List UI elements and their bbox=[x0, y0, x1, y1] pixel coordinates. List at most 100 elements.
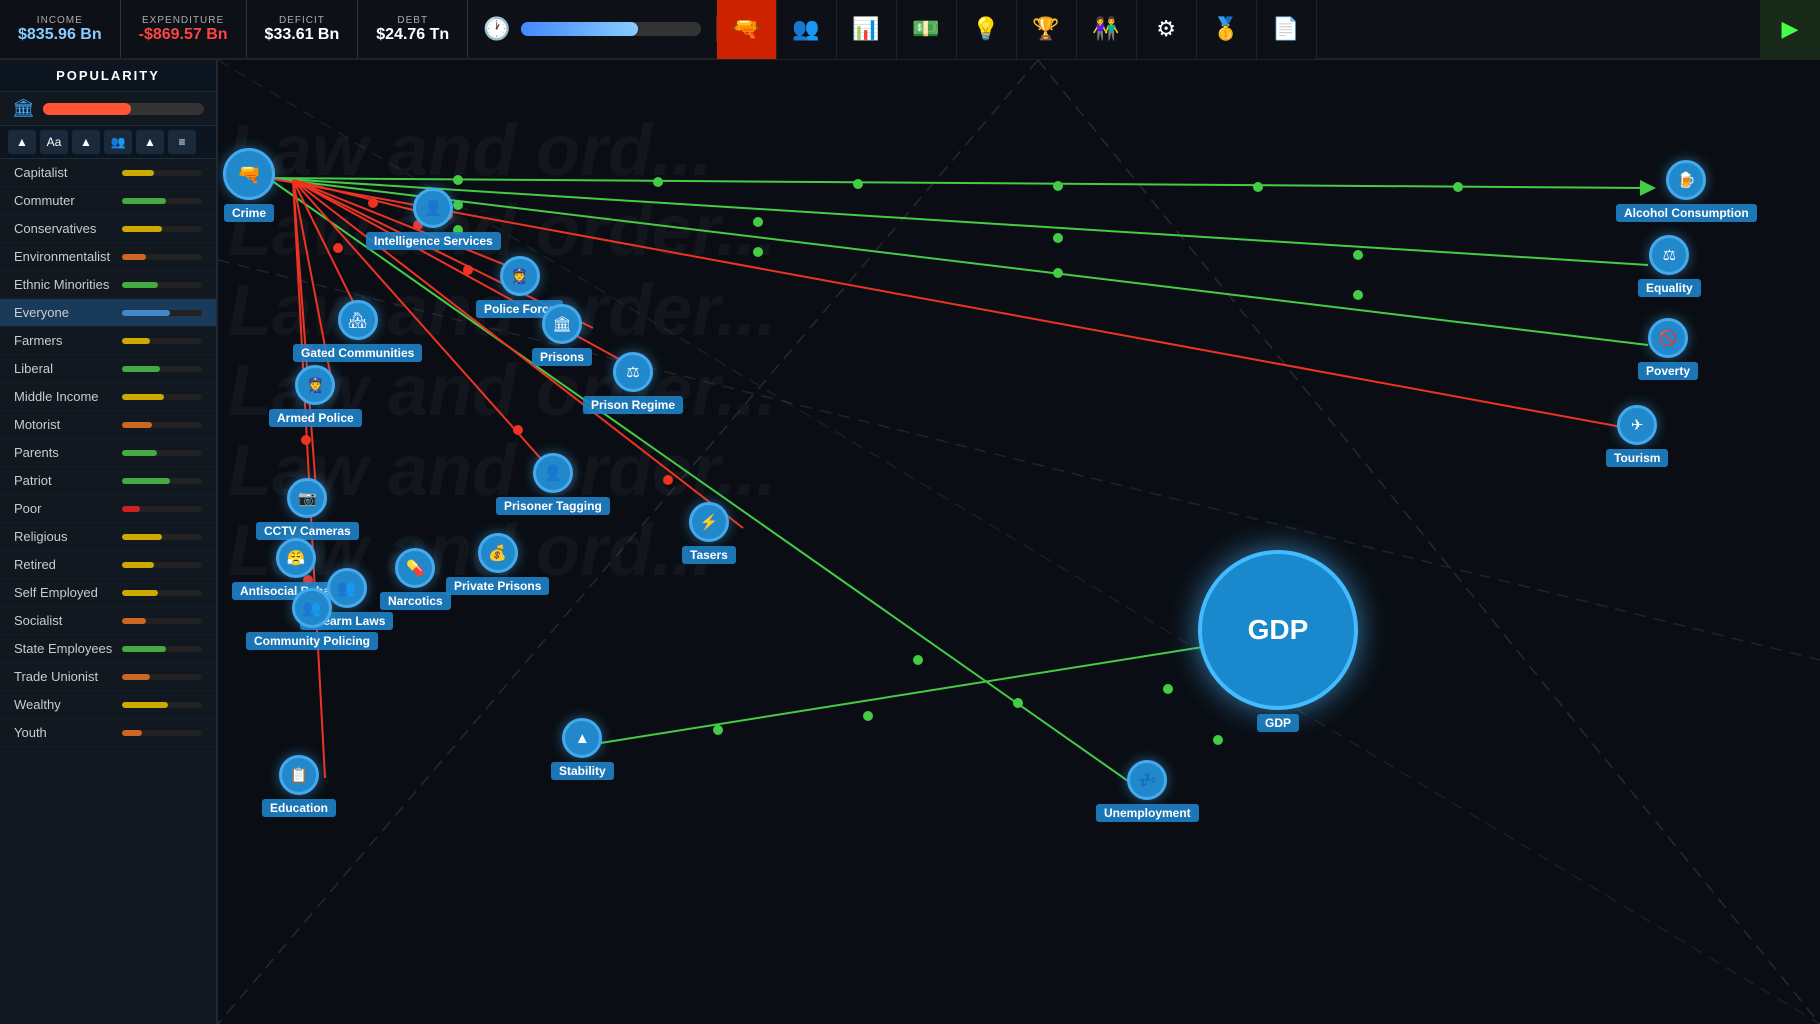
sidebar-toolbar: ▲ Aa ▲ 👥 ▲ ≡ bbox=[0, 126, 216, 159]
group-bar-bg bbox=[122, 674, 202, 680]
node-gdp[interactable]: GDP GDP bbox=[1198, 550, 1358, 732]
node-gated-communities[interactable]: 🏘 Gated Communities bbox=[293, 300, 422, 362]
alcohol-icon: 🍺 bbox=[1666, 160, 1706, 200]
sidebar-group-item-parents[interactable]: Parents bbox=[0, 439, 216, 467]
unemployment-icon: 💤 bbox=[1127, 760, 1167, 800]
group-bar-fill bbox=[122, 170, 154, 176]
node-education[interactable]: 📋 Education bbox=[262, 755, 336, 817]
toolbar-idea-btn[interactable]: 💡 bbox=[957, 0, 1017, 59]
group-bar-bg bbox=[122, 226, 202, 232]
sidebar-group-item-conservatives[interactable]: Conservatives bbox=[0, 215, 216, 243]
node-tourism[interactable]: ✈ Tourism bbox=[1606, 405, 1668, 467]
node-prisoner-tagging[interactable]: 👤 Prisoner Tagging bbox=[496, 453, 610, 515]
node-alcohol[interactable]: 🍺 Alcohol Consumption bbox=[1616, 160, 1757, 222]
sidebar-group-item-commuter[interactable]: Commuter bbox=[0, 187, 216, 215]
toolbar-people-btn[interactable]: 👥 bbox=[777, 0, 837, 59]
sidebar-sort-btn3[interactable]: ▲ bbox=[72, 130, 100, 154]
sidebar-group-item-farmers[interactable]: Farmers bbox=[0, 327, 216, 355]
gated-communities-label: Gated Communities bbox=[293, 344, 422, 362]
expenditure-label: EXPENDITURE bbox=[142, 15, 224, 26]
node-crime[interactable]: 🔫 Crime bbox=[223, 148, 275, 222]
sidebar-sort-btn4[interactable]: 👥 bbox=[104, 130, 132, 154]
play-btn[interactable]: ▶ bbox=[1760, 0, 1820, 59]
node-armed-police[interactable]: 👮 Armed Police bbox=[269, 365, 362, 427]
alcohol-label: Alcohol Consumption bbox=[1616, 204, 1757, 222]
node-cctv[interactable]: 📷 CCTV Cameras bbox=[256, 478, 359, 540]
toolbar-social-btn[interactable]: 👫 bbox=[1077, 0, 1137, 59]
sidebar-group-item-motorist[interactable]: Motorist bbox=[0, 411, 216, 439]
node-poverty[interactable]: 🚫 Poverty bbox=[1638, 318, 1698, 380]
private-prisons-label: Private Prisons bbox=[446, 577, 549, 595]
node-tasers[interactable]: ⚡ Tasers bbox=[682, 502, 736, 564]
toolbar-settings-btn[interactable]: ⚙ bbox=[1137, 0, 1197, 59]
node-stability[interactable]: ▲ Stability bbox=[551, 718, 614, 780]
popularity-bar-fill bbox=[43, 103, 132, 115]
node-unemployment[interactable]: 💤 Unemployment bbox=[1096, 760, 1199, 822]
poverty-icon: 🚫 bbox=[1648, 318, 1688, 358]
sidebar-group-item-wealthy[interactable]: Wealthy bbox=[0, 691, 216, 719]
toolbar-docs-btn[interactable]: 📄 bbox=[1257, 0, 1317, 59]
group-bar-bg bbox=[122, 170, 202, 176]
clock-icon: 🕐 bbox=[483, 16, 510, 42]
sidebar-group-item-poor[interactable]: Poor bbox=[0, 495, 216, 523]
deficit-value: $33.61 Bn bbox=[265, 26, 340, 44]
group-bar-fill bbox=[122, 198, 166, 204]
sidebar-group-item-trade-unionist[interactable]: Trade Unionist bbox=[0, 663, 216, 691]
income-stat: INCOME $835.96 Bn bbox=[0, 0, 121, 58]
unemployment-label: Unemployment bbox=[1096, 804, 1199, 822]
toolbar-trophy-btn[interactable]: 🏆 bbox=[1017, 0, 1077, 59]
income-label: INCOME bbox=[37, 15, 83, 26]
toolbar-money-btn[interactable]: 💵 bbox=[897, 0, 957, 59]
crime-label: Crime bbox=[224, 204, 274, 222]
group-name-label: Wealthy bbox=[14, 697, 116, 712]
node-prison-regime[interactable]: ⚖ Prison Regime bbox=[583, 352, 683, 414]
sidebar-group-item-religious[interactable]: Religious bbox=[0, 523, 216, 551]
sidebar-sort-btn5[interactable]: ▲ bbox=[136, 130, 164, 154]
income-value: $835.96 Bn bbox=[18, 26, 102, 44]
sidebar-group-item-socialist[interactable]: Socialist bbox=[0, 607, 216, 635]
sidebar-group-item-state-employees[interactable]: State Employees bbox=[0, 635, 216, 663]
debt-label: DEBT bbox=[397, 15, 428, 26]
prisons-icon: 🏛 bbox=[542, 304, 582, 344]
group-bar-bg bbox=[122, 702, 202, 708]
group-name-label: Poor bbox=[14, 501, 116, 516]
sidebar-group-item-environmentalist[interactable]: Environmentalist bbox=[0, 243, 216, 271]
gdp-icon: GDP bbox=[1198, 550, 1358, 710]
group-bar-fill bbox=[122, 422, 152, 428]
node-community-policing[interactable]: 👥 Community Policing bbox=[246, 588, 378, 650]
equality-icon: ⚖ bbox=[1649, 235, 1689, 275]
sidebar-group-item-liberal[interactable]: Liberal bbox=[0, 355, 216, 383]
sidebar-sort-btn6[interactable]: ≡ bbox=[168, 130, 196, 154]
node-private-prisons[interactable]: 💰 Private Prisons bbox=[446, 533, 549, 595]
sidebar-group-item-middle-income[interactable]: Middle Income bbox=[0, 383, 216, 411]
sidebar-group-item-patriot[interactable]: Patriot bbox=[0, 467, 216, 495]
toolbar-law-btn[interactable]: 🔫 bbox=[717, 0, 777, 59]
node-intelligence[interactable]: 👤 Intelligence Services bbox=[366, 188, 501, 250]
group-name-label: Parents bbox=[14, 445, 116, 460]
sidebar-group-item-retired[interactable]: Retired bbox=[0, 551, 216, 579]
sidebar: POPULARITY 🏛 ▲ Aa ▲ 👥 ▲ ≡ CapitalistComm… bbox=[0, 60, 218, 1024]
poverty-label: Poverty bbox=[1638, 362, 1698, 380]
sidebar-sort-alpha-btn[interactable]: ▲ bbox=[8, 130, 36, 154]
toolbar-chart-btn[interactable]: 📊 bbox=[837, 0, 897, 59]
sidebar-group-item-self-employed[interactable]: Self Employed bbox=[0, 579, 216, 607]
sidebar-sort-btn2[interactable]: Aa bbox=[40, 130, 68, 154]
tasers-label: Tasers bbox=[682, 546, 736, 564]
group-bar-bg bbox=[122, 618, 202, 624]
group-name-label: Everyone bbox=[14, 305, 116, 320]
group-name-label: Farmers bbox=[14, 333, 116, 348]
sidebar-group-item-capitalist[interactable]: Capitalist bbox=[0, 159, 216, 187]
expenditure-stat: EXPENDITURE -$869.57 Bn bbox=[121, 0, 247, 58]
deficit-stat: DEFICIT $33.61 Bn bbox=[247, 0, 359, 58]
node-equality[interactable]: ⚖ Equality bbox=[1638, 235, 1701, 297]
sidebar-group-item-ethnic-minorities[interactable]: Ethnic Minorities bbox=[0, 271, 216, 299]
popularity-icon: 🏛 bbox=[12, 98, 35, 119]
main-canvas: Law and ord... Law and order... Law and … bbox=[218, 60, 1820, 1024]
sidebar-group-item-everyone[interactable]: Everyone bbox=[0, 299, 216, 327]
education-icon: 📋 bbox=[279, 755, 319, 795]
group-bar-bg bbox=[122, 338, 202, 344]
tourism-icon: ✈ bbox=[1617, 405, 1657, 445]
sidebar-group-item-youth[interactable]: Youth bbox=[0, 719, 216, 747]
group-name-label: Liberal bbox=[14, 361, 116, 376]
toolbar-award-btn[interactable]: 🥇 bbox=[1197, 0, 1257, 59]
